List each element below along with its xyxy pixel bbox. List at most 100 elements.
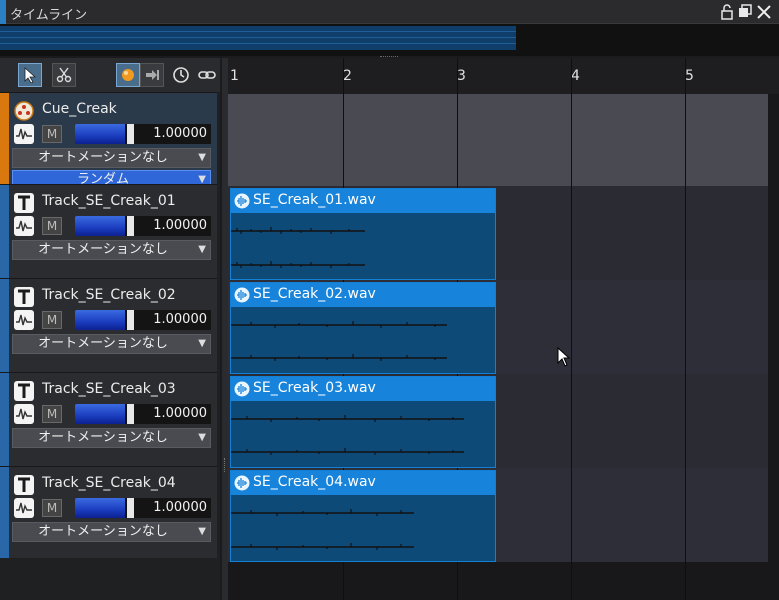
track-row[interactable]: Track_SE_Creak_03 M 1.00000 オートメーションなし ▼ <box>0 372 217 466</box>
timeline-window: タイムライン Cue_Creak M 1.00000 オートメーションなし ▼ … <box>0 0 779 600</box>
clip-header[interactable]: SE_Creak_03.wav <box>231 377 495 401</box>
track-mute-button[interactable]: M <box>42 499 62 517</box>
time-ruler[interactable]: 1 2 3 4 5 <box>228 58 779 94</box>
track-automation-label: オートメーションなし <box>38 524 168 539</box>
track-color-stripe <box>0 467 9 558</box>
grid-line <box>571 58 572 600</box>
cue-mute-button[interactable]: M <box>42 125 62 143</box>
waveform-icon <box>14 498 34 518</box>
clip-filename: SE_Creak_04.wav <box>253 474 376 490</box>
chevron-down-icon: ▼ <box>198 432 206 443</box>
track-type-icon <box>14 381 34 401</box>
ruler-mark: 2 <box>343 68 352 84</box>
slider-thumb[interactable] <box>125 498 134 518</box>
ruler-mark: 1 <box>230 68 239 84</box>
track-volume-slider[interactable] <box>75 404 134 424</box>
timeline-area[interactable]: 1 2 3 4 5 SE_Creak_01.wav SE_Creak_02.wa… <box>228 58 779 600</box>
restore-icon[interactable] <box>737 4 753 20</box>
slider-thumb[interactable] <box>125 124 134 144</box>
overview-range[interactable] <box>0 26 516 50</box>
cue-automation-dropdown[interactable]: オートメーションなし ▼ <box>12 148 211 168</box>
waveform-icon <box>14 124 34 144</box>
chevron-down-icon: ▼ <box>198 526 206 537</box>
track-mute-button[interactable]: M <box>42 405 62 423</box>
cue-volume-value[interactable]: 1.00000 <box>134 124 211 144</box>
ruler-mark: 5 <box>685 68 694 84</box>
track-name: Track_SE_Creak_01 <box>42 193 176 209</box>
track-mute-button[interactable]: M <box>42 311 62 329</box>
waveform-icon <box>14 216 34 236</box>
grid-line <box>685 58 686 600</box>
slider-thumb[interactable] <box>125 404 134 424</box>
chevron-down-icon: ▼ <box>198 338 206 349</box>
waveform-icon <box>14 310 34 330</box>
clip-waveform <box>231 227 365 268</box>
cue-icon <box>14 101 34 121</box>
track-volume-value[interactable]: 1.00000 <box>134 216 211 236</box>
select-arrow-icon[interactable] <box>18 63 42 87</box>
track-volume-value[interactable]: 1.00000 <box>134 498 211 518</box>
track-color-stripe <box>0 373 9 466</box>
waveform-icon <box>234 287 250 303</box>
clip-waveform <box>231 321 447 361</box>
track-name: Track_SE_Creak_02 <box>42 287 176 303</box>
cut-scissors-icon[interactable] <box>52 63 76 87</box>
track-automation-dropdown[interactable]: オートメーションなし ▼ <box>12 522 211 542</box>
cue-automation-label: オートメーションなし <box>38 150 168 165</box>
cue-color-stripe <box>0 93 9 184</box>
clip-header[interactable]: SE_Creak_01.wav <box>231 189 495 213</box>
track-automation-dropdown[interactable]: オートメーションなし ▼ <box>12 334 211 354</box>
timeline-toolbar <box>0 58 220 92</box>
close-icon[interactable] <box>756 4 772 20</box>
track-mute-button[interactable]: M <box>42 217 62 235</box>
chevron-down-icon: ▼ <box>198 152 206 163</box>
chevron-down-icon: ▼ <box>198 244 206 255</box>
record-orb-icon[interactable] <box>116 63 140 87</box>
slider-thumb[interactable] <box>125 310 134 330</box>
clip-header[interactable]: SE_Creak_04.wav <box>231 471 495 495</box>
cue-row[interactable]: Cue_Creak M 1.00000 オートメーションなし ▼ ランダム ▼ <box>0 92 217 190</box>
track-name: Track_SE_Creak_03 <box>42 381 176 397</box>
lock-icon[interactable] <box>719 4 735 20</box>
overview-strip[interactable] <box>0 24 779 56</box>
mouse-cursor-icon <box>557 347 571 367</box>
track-automation-dropdown[interactable]: オートメーションなし ▼ <box>12 240 211 260</box>
audio-clip[interactable]: SE_Creak_02.wav <box>230 282 496 374</box>
clip-waveform <box>231 415 464 455</box>
track-automation-dropdown[interactable]: オートメーションなし ▼ <box>12 428 211 448</box>
track-automation-label: オートメーションなし <box>38 336 168 351</box>
track-volume-value[interactable]: 1.00000 <box>134 404 211 424</box>
track-row[interactable]: Track_SE_Creak_04 M 1.00000 オートメーションなし ▼ <box>0 466 217 558</box>
track-color-stripe <box>0 185 9 278</box>
link-icon[interactable] <box>198 66 218 86</box>
track-color-stripe <box>0 279 9 372</box>
clip-filename: SE_Creak_02.wav <box>253 286 376 302</box>
title-bar: タイムライン <box>0 0 779 24</box>
cue-volume-slider[interactable] <box>75 124 134 144</box>
cue-lane[interactable] <box>228 94 768 186</box>
track-list-panel: Cue_Creak M 1.00000 オートメーションなし ▼ ランダム ▼ … <box>0 58 220 600</box>
track-volume-slider[interactable] <box>75 498 134 518</box>
track-type-icon <box>14 193 34 213</box>
waveform-icon <box>234 475 250 491</box>
clip-waveform <box>231 509 414 550</box>
track-name: Track_SE_Creak_04 <box>42 475 176 491</box>
track-row[interactable]: Track_SE_Creak_02 M 1.00000 オートメーションなし ▼ <box>0 278 217 372</box>
track-volume-value[interactable]: 1.00000 <box>134 310 211 330</box>
clip-filename: SE_Creak_01.wav <box>253 192 376 208</box>
clock-icon[interactable] <box>172 66 192 86</box>
track-type-icon <box>14 287 34 307</box>
track-volume-slider[interactable] <box>75 216 134 236</box>
cue-name: Cue_Creak <box>42 101 117 117</box>
track-automation-label: オートメーションなし <box>38 242 168 257</box>
track-row[interactable]: Track_SE_Creak_01 M 1.00000 オートメーションなし ▼ <box>0 184 217 278</box>
audio-clip[interactable]: SE_Creak_03.wav <box>230 376 496 468</box>
slider-thumb[interactable] <box>125 216 134 236</box>
audio-clip[interactable]: SE_Creak_04.wav <box>230 470 496 562</box>
clip-header[interactable]: SE_Creak_02.wav <box>231 283 495 307</box>
jump-icon[interactable] <box>140 63 164 87</box>
track-type-icon <box>14 475 34 495</box>
window-title: タイムライン <box>10 8 88 23</box>
audio-clip[interactable]: SE_Creak_01.wav <box>230 188 496 280</box>
track-volume-slider[interactable] <box>75 310 134 330</box>
